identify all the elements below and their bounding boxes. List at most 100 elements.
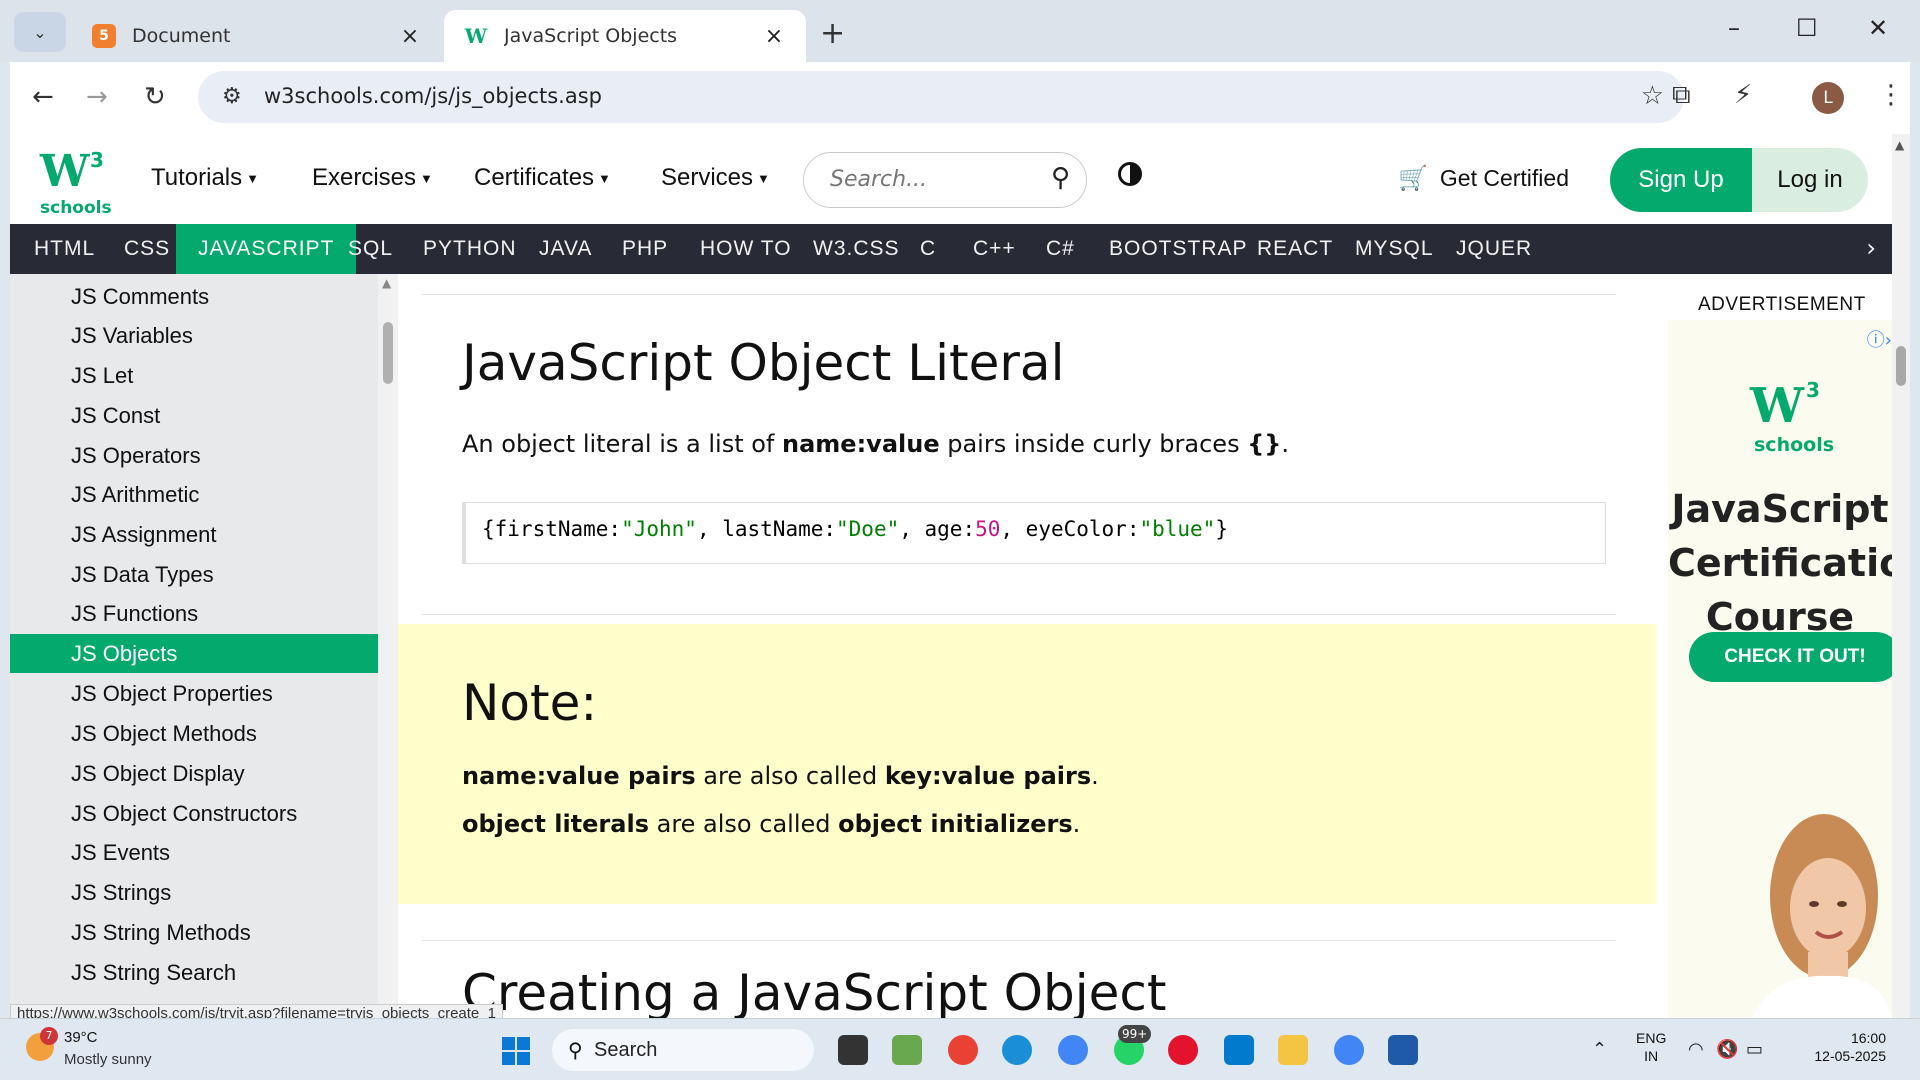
sidebar-item[interactable]: JS Functions — [10, 594, 378, 633]
wifi-icon[interactable]: ◠ — [1688, 1039, 1704, 1060]
chevron-right-icon[interactable]: › — [1866, 234, 1876, 262]
log-in-button[interactable]: Log in — [1752, 148, 1868, 212]
chrome-profile-icon[interactable] — [1334, 1035, 1364, 1065]
forward-button[interactable]: → — [86, 82, 108, 112]
bookmark-star-icon[interactable]: ☆ — [1641, 81, 1664, 111]
reload-button[interactable]: ↻ — [144, 82, 166, 112]
page-scroll-thumb[interactable] — [1896, 346, 1906, 386]
edge-icon[interactable] — [1002, 1035, 1032, 1065]
sidebar-item[interactable]: JS Assignment — [10, 515, 378, 554]
vscode-icon[interactable] — [1224, 1035, 1254, 1065]
close-icon[interactable]: × — [762, 24, 786, 49]
sidebar-item[interactable]: JS Let — [10, 356, 378, 395]
nav-item-w3css[interactable]: W3.CSS — [813, 224, 900, 274]
nav-item-python[interactable]: PYTHON — [423, 224, 517, 274]
task-view-icon[interactable] — [838, 1035, 868, 1065]
nav-item-cpp[interactable]: C++ — [973, 224, 1016, 274]
volume-muted-icon[interactable]: 🔇 — [1716, 1039, 1738, 1060]
nav-item-csharp[interactable]: C# — [1046, 224, 1075, 274]
nav-item-react[interactable]: REACT — [1257, 224, 1333, 274]
back-button[interactable]: ← — [32, 82, 54, 112]
tab-search-button[interactable]: ⌄ — [14, 12, 66, 52]
chrome-icon[interactable] — [948, 1035, 978, 1065]
more-menu-icon[interactable]: ⋮ — [1878, 80, 1904, 110]
pen-app-icon[interactable] — [1388, 1035, 1418, 1065]
tab-javascript-objects[interactable]: W JavaScript Objects × — [444, 10, 806, 62]
scroll-up-icon[interactable]: ▲ — [1895, 138, 1904, 152]
search-icon[interactable]: ⚲ — [1051, 163, 1070, 193]
weather-desc[interactable]: Mostly sunny — [64, 1051, 152, 1068]
tray-chevron-up-icon[interactable]: ⌃ — [1592, 1039, 1607, 1060]
ad-title: JavaScript Certification Course — [1668, 487, 1892, 639]
search-input[interactable]: Search... ⚲ — [803, 152, 1087, 208]
photos-app-icon[interactable] — [892, 1035, 922, 1065]
dark-mode-toggle-icon[interactable] — [1118, 162, 1142, 186]
file-explorer-icon[interactable] — [1278, 1035, 1308, 1065]
sidebar-item-active[interactable]: JS Objects — [10, 634, 378, 673]
code-number: 50 — [975, 517, 1001, 541]
sidebar-item[interactable]: JS Const — [10, 396, 378, 435]
nav-item-css[interactable]: CSS — [124, 224, 170, 274]
nav-item-how-to[interactable]: HOW TO — [700, 224, 792, 274]
sidebar-item[interactable]: JS String Search — [10, 953, 378, 992]
page-scrollbar[interactable]: ▲ — [1892, 134, 1910, 1018]
scroll-up-icon[interactable]: ▲ — [382, 276, 391, 290]
nav-item-jquery[interactable]: JQUER — [1456, 224, 1532, 274]
opera-icon[interactable] — [1168, 1035, 1198, 1065]
sidebar-item[interactable]: JS Arithmetic — [10, 475, 378, 514]
w3schools-logo[interactable]: W 3 schools — [36, 146, 112, 218]
tab-document[interactable]: 5 Document × — [72, 10, 442, 62]
code-token: {firstName: — [482, 517, 622, 541]
check-it-out-button[interactable]: CHECK IT OUT! — [1689, 632, 1892, 682]
nav-item-html[interactable]: HTML — [34, 224, 95, 274]
ad-card[interactable]: ⓘ› W 3 schools JavaScript Certification … — [1668, 320, 1892, 1018]
sidebar-item[interactable]: JS Data Types — [10, 555, 378, 594]
new-tab-button[interactable]: + — [820, 16, 845, 51]
nav-item-javascript[interactable]: JAVASCRIPT — [176, 224, 357, 274]
sidebar-item[interactable]: JS Object Constructors — [10, 794, 378, 833]
sidebar-item[interactable]: JS Object Properties — [10, 674, 378, 713]
language-indicator[interactable]: ENG IN — [1636, 1029, 1666, 1065]
profile-avatar[interactable]: L — [1812, 82, 1844, 114]
nav-item-php[interactable]: PHP — [622, 224, 668, 274]
sidebar-item[interactable]: JS Object Display — [10, 754, 378, 793]
menu-tutorials[interactable]: Tutorials ▼ — [151, 164, 259, 192]
menu-services[interactable]: Services ▼ — [661, 164, 770, 192]
taskbar-search[interactable]: ⚲ Search — [552, 1029, 814, 1071]
address-bar[interactable]: ⚙ w3schools.com/js/js_objects.asp ☆ — [198, 71, 1684, 123]
sidebar-item[interactable]: JS String Methods — [10, 913, 378, 952]
sidebar-item[interactable]: JS Operators — [10, 436, 378, 475]
sidebar-item[interactable]: JS Events — [10, 833, 378, 872]
windows-start-icon[interactable] — [502, 1037, 530, 1065]
performance-icon[interactable]: ⚡ — [1734, 80, 1752, 110]
sign-up-button[interactable]: Sign Up — [1610, 148, 1752, 212]
get-certified-link[interactable]: 🛒 Get Certified — [1398, 164, 1569, 193]
weather-temp[interactable]: 39°C — [64, 1029, 98, 1046]
nav-item-mysql[interactable]: MYSQL — [1355, 224, 1434, 274]
nav-item-sql[interactable]: SQL — [348, 224, 393, 274]
sidebar-item[interactable]: JS Strings — [10, 873, 378, 912]
close-window-button[interactable]: ✕ — [1868, 14, 1888, 42]
site-info-icon[interactable]: ⚙ — [222, 84, 242, 109]
url-text[interactable]: w3schools.com/js/js_objects.asp — [264, 84, 602, 108]
search-icon: ⚲ — [568, 1038, 583, 1062]
extensions-icon[interactable]: ⧉ — [1672, 80, 1691, 111]
nav-item-java[interactable]: JAVA — [539, 224, 592, 274]
sidebar-scrollbar[interactable]: ▲ — [378, 274, 398, 1018]
sidebar-item[interactable]: JS Object Methods — [10, 714, 378, 753]
maximize-button[interactable]: ☐ — [1796, 14, 1818, 42]
clock[interactable]: 16:00 12-05-2025 — [1786, 1029, 1886, 1065]
close-icon[interactable]: × — [398, 24, 422, 49]
info-icon[interactable]: ⓘ› — [1867, 326, 1892, 352]
battery-icon[interactable]: ▭ — [1746, 1039, 1763, 1060]
sidebar-item[interactable]: JS Comments — [10, 277, 378, 316]
sidebar-scroll-thumb[interactable] — [383, 322, 393, 384]
menu-certificates[interactable]: Certificates ▼ — [474, 164, 611, 192]
nav-item-bootstrap[interactable]: BOOTSTRAP — [1109, 224, 1248, 274]
nav-item-c[interactable]: C — [920, 224, 936, 274]
minimize-button[interactable]: – — [1728, 14, 1740, 42]
main-content: JavaScript Object Literal An object lite… — [398, 274, 1656, 1018]
chrome-alt-icon[interactable] — [1058, 1035, 1088, 1065]
menu-exercises[interactable]: Exercises ▼ — [312, 164, 433, 192]
sidebar-item[interactable]: JS Variables — [10, 316, 378, 355]
